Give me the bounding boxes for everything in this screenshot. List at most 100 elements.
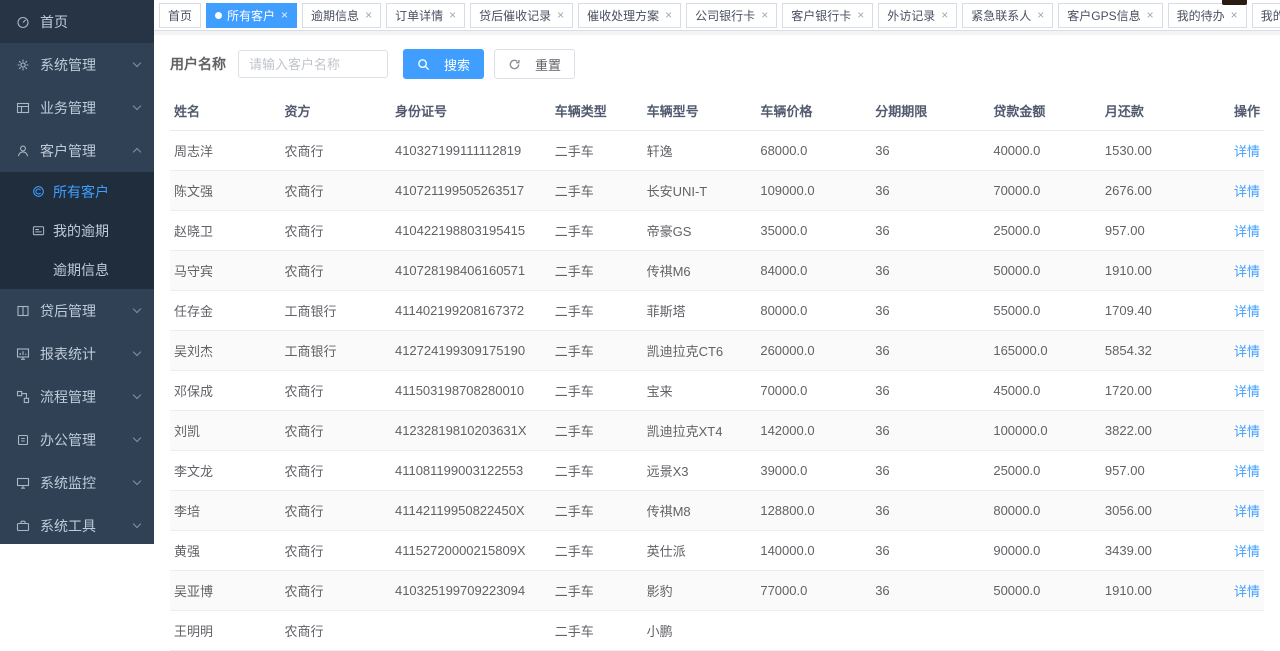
detail-link[interactable]: 详情 [1234, 344, 1260, 359]
tool-icon [15, 518, 31, 534]
sidebar-item-business[interactable]: 业务管理 [0, 86, 154, 129]
close-icon[interactable]: × [1147, 9, 1154, 21]
column-header: 姓名 [170, 91, 280, 131]
chevron-down-icon [133, 348, 141, 356]
detail-link[interactable]: 详情 [1234, 224, 1260, 239]
cell-action [1220, 611, 1264, 651]
gear-icon [15, 57, 31, 73]
tab-all-customers[interactable]: 所有客户× [206, 3, 297, 28]
search-button[interactable]: 搜索 [403, 49, 484, 79]
cell-vehicle-price: 68000.0 [756, 131, 871, 171]
cell-action: 详情 [1220, 291, 1264, 331]
sidebar-item-label: 报表统计 [40, 344, 134, 364]
sidebar-item-my-overdue[interactable]: 我的逾期 [0, 211, 154, 250]
cell-term: 36 [871, 571, 989, 611]
cell-action: 详情 [1220, 331, 1264, 371]
sidebar-item-process[interactable]: 流程管理 [0, 375, 154, 418]
cell-vehicle-type: 二手车 [551, 251, 643, 291]
tab-collection-records[interactable]: 贷后催收记录× [470, 3, 573, 28]
cell-name: 邓保成 [170, 371, 280, 411]
tab-visit-records[interactable]: 外访记录 × [878, 3, 957, 28]
cell-monthly-payment: 1720.00 [1101, 371, 1220, 411]
sidebar-item-customer[interactable]: 客户管理 [0, 129, 154, 172]
cell-vehicle-price [756, 611, 871, 651]
sidebar-item-label: 业务管理 [40, 98, 134, 118]
sidebar-item-post-loan[interactable]: 贷后管理 [0, 289, 154, 332]
cell-id-number: 41152720000215809X [391, 531, 551, 571]
search-input[interactable] [238, 50, 388, 78]
detail-link[interactable]: 详情 [1234, 264, 1260, 279]
detail-link[interactable]: 详情 [1234, 304, 1260, 319]
sidebar-item-home[interactable]: 首页 [0, 0, 154, 43]
sidebar-item-system[interactable]: 系统管理 [0, 43, 154, 86]
detail-link[interactable]: 详情 [1234, 464, 1260, 479]
tab-label: 我的待办 [1177, 7, 1225, 24]
tab-customer-gps[interactable]: 客户GPS信息× [1058, 3, 1162, 28]
close-icon[interactable]: × [557, 9, 564, 21]
close-icon[interactable]: × [665, 9, 672, 21]
close-icon[interactable]: × [281, 9, 288, 21]
close-icon[interactable]: × [857, 9, 864, 21]
sidebar-item-label: 贷后管理 [40, 301, 134, 321]
cell-term: 36 [871, 331, 989, 371]
cell-loan-amount: 25000.0 [989, 451, 1101, 491]
tab-customer-bank-card[interactable]: 客户银行卡× [782, 3, 873, 28]
avatar[interactable] [1222, 0, 1247, 5]
close-icon[interactable]: × [941, 9, 948, 21]
cell-monthly-payment: 1709.40 [1101, 291, 1220, 331]
table-row: 李培农商行41142119950822450X二手车传祺M8128800.036… [170, 491, 1264, 531]
detail-link[interactable]: 详情 [1234, 184, 1260, 199]
detail-link[interactable]: 详情 [1234, 504, 1260, 519]
sidebar-item-overdue-info[interactable]: 逾期信息 [0, 250, 154, 289]
close-icon[interactable]: × [1037, 9, 1044, 21]
close-icon[interactable]: × [449, 9, 456, 21]
sidebar-item-monitor[interactable]: 系统监控 [0, 461, 154, 504]
column-header: 资方 [280, 91, 390, 131]
cell-vehicle-price: 35000.0 [756, 211, 871, 251]
tab-overdue-info[interactable]: 逾期信息 × [302, 3, 381, 28]
cell-funder: 农商行 [280, 251, 390, 291]
sidebar-item-all-customers[interactable]: 所有客户 [0, 172, 154, 211]
cell-monthly-payment: 3439.00 [1101, 531, 1220, 571]
reset-button-label: 重置 [535, 55, 561, 74]
tab-home[interactable]: 首页 [159, 3, 201, 28]
sidebar-item-label: 逾期信息 [53, 260, 109, 280]
cell-loan-amount: 80000.0 [989, 491, 1101, 531]
cell-loan-amount: 165000.0 [989, 331, 1101, 371]
reset-button[interactable]: 重置 [494, 49, 575, 79]
detail-link[interactable]: 详情 [1234, 144, 1260, 159]
close-icon[interactable]: × [1231, 9, 1238, 21]
cell-monthly-payment [1101, 611, 1220, 651]
tab-company-bank-card[interactable]: 公司银行卡× [686, 3, 777, 28]
cell-vehicle-price: 260000.0 [756, 331, 871, 371]
tab-label: 外访记录 [887, 7, 935, 24]
cell-id-number: 41142119950822450X [391, 491, 551, 531]
detail-link[interactable]: 详情 [1234, 584, 1260, 599]
sidebar: 首页系统管理业务管理客户管理所有客户我的逾期逾期信息贷后管理报表统计流程管理办公… [0, 0, 154, 544]
detail-link[interactable]: 详情 [1234, 544, 1260, 559]
tab-my-process[interactable]: 我的流程× [1252, 3, 1280, 28]
tab-order-detail[interactable]: 订单详情× [386, 3, 465, 28]
cell-name: 赵晓卫 [170, 211, 280, 251]
tab-emergency-contacts[interactable]: 紧急联系人× [962, 3, 1053, 28]
tab-label: 逾期信息 [311, 7, 359, 24]
table-row: 吴亚博农商行410325199709223094二手车影豹77000.03650… [170, 571, 1264, 611]
cell-funder: 农商行 [280, 211, 390, 251]
sidebar-item-label: 系统监控 [40, 473, 134, 493]
detail-link[interactable]: 详情 [1234, 424, 1260, 439]
tab-collection-plan[interactable]: 催收处理方案× [578, 3, 681, 28]
cell-action: 详情 [1220, 371, 1264, 411]
cell-vehicle-price: 128800.0 [756, 491, 871, 531]
tab-my-todo[interactable]: 我的待办 × [1168, 3, 1247, 28]
cell-vehicle-price: 77000.0 [756, 571, 871, 611]
sidebar-item-tools[interactable]: 系统工具 [0, 504, 154, 544]
sidebar-item-office[interactable]: 办公管理 [0, 418, 154, 461]
cell-loan-amount: 100000.0 [989, 411, 1101, 451]
close-icon[interactable]: × [365, 9, 372, 21]
cell-loan-amount: 25000.0 [989, 211, 1101, 251]
sidebar-item-reports[interactable]: 报表统计 [0, 332, 154, 375]
cell-term: 36 [871, 131, 989, 171]
close-icon[interactable]: × [761, 9, 768, 21]
detail-link[interactable]: 详情 [1234, 384, 1260, 399]
sidebar-item-label: 所有客户 [53, 182, 109, 202]
